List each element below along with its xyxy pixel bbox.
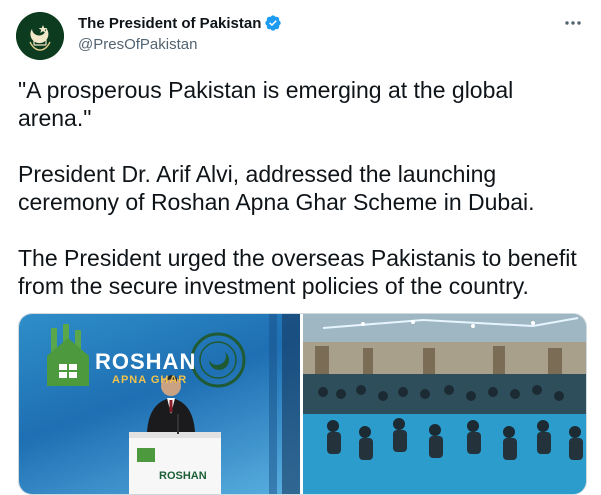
banner-brand-subtitle: APNA GHAR	[112, 374, 188, 386]
audience-illustration	[303, 314, 586, 494]
stage-illustration	[47, 314, 300, 494]
display-name[interactable]: The President of Pakistan	[78, 15, 261, 32]
more-options-button[interactable]	[562, 12, 584, 34]
photo-audience-hall[interactable]	[303, 314, 586, 494]
tweet-header: The President of Pakistan @PresOfPakista…	[0, 0, 601, 70]
verified-badge-icon	[265, 15, 282, 31]
tweet-text: "A prosperous Pakistan is emerging at th…	[18, 76, 588, 300]
tweet-paragraph-quote: "A prosperous Pakistan is emerging at th…	[18, 77, 520, 131]
tweet-paragraph-appeal: The President urged the overseas Pakista…	[18, 245, 584, 299]
avatar[interactable]	[16, 12, 64, 60]
account-handle[interactable]: @PresOfPakistan	[78, 36, 197, 53]
banner-brand-title: ROSHAN	[95, 349, 197, 374]
more-options-icon	[565, 21, 581, 25]
tweet-media: ROSHAN APNA GHAR ROSHAN	[18, 313, 587, 495]
podium-brand-title: ROSHAN	[159, 470, 207, 482]
pakistan-emblem-icon	[16, 12, 64, 60]
name-row: The President of Pakistan	[78, 14, 282, 32]
tweet-paragraph-event: President Dr. Arif Alvi, addressed the l…	[18, 161, 535, 215]
photo-ceremony-stage[interactable]: ROSHAN APNA GHAR ROSHAN	[19, 314, 300, 494]
